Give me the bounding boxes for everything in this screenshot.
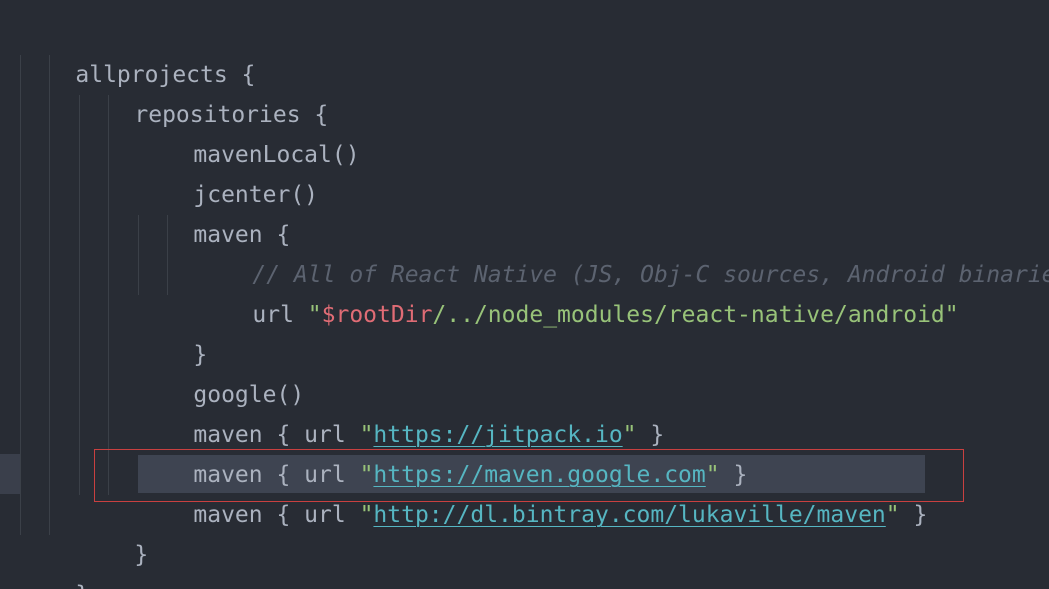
code-line[interactable]: mavenLocal()	[138, 95, 359, 168]
code-text: }	[134, 542, 149, 568]
code-line[interactable]: maven {	[138, 175, 290, 248]
code-text: maven { url	[193, 502, 360, 528]
code-editor[interactable]: allprojects { repositories { mavenLocal(…	[0, 0, 1049, 589]
string-variable: $rootDir	[321, 302, 433, 328]
string-quote: "	[307, 302, 322, 328]
code-line[interactable]: }	[20, 535, 89, 589]
code-line[interactable]: google()	[138, 335, 304, 408]
string-quote: "	[885, 502, 900, 528]
indent-guide	[108, 95, 109, 495]
indent-guide	[49, 55, 50, 535]
code-text: }	[75, 582, 89, 589]
code-line[interactable]: // All of React Native (JS, Obj-C source…	[197, 215, 1049, 288]
code-line[interactable]: }	[138, 295, 207, 368]
string-quote: "	[359, 502, 374, 528]
code-line[interactable]: jcenter()	[138, 135, 318, 208]
code-line[interactable]: url "$rootDir/../node_modules/react-nati…	[197, 255, 958, 328]
code-line[interactable]: allprojects {	[20, 15, 255, 88]
code-line[interactable]: maven { url "https://jitpack.io" }	[138, 375, 664, 448]
code-text: }	[899, 502, 928, 528]
current-line-marker	[0, 454, 20, 494]
annotation-box	[94, 449, 964, 502]
code-keyword: url	[252, 302, 308, 328]
code-line[interactable]: repositories {	[79, 55, 328, 128]
url-link[interactable]: http://dl.bintray.com/lukaville/maven	[373, 502, 885, 528]
string-quote: "	[944, 302, 959, 328]
string-path: /../node_modules/react-native/android	[432, 302, 945, 328]
